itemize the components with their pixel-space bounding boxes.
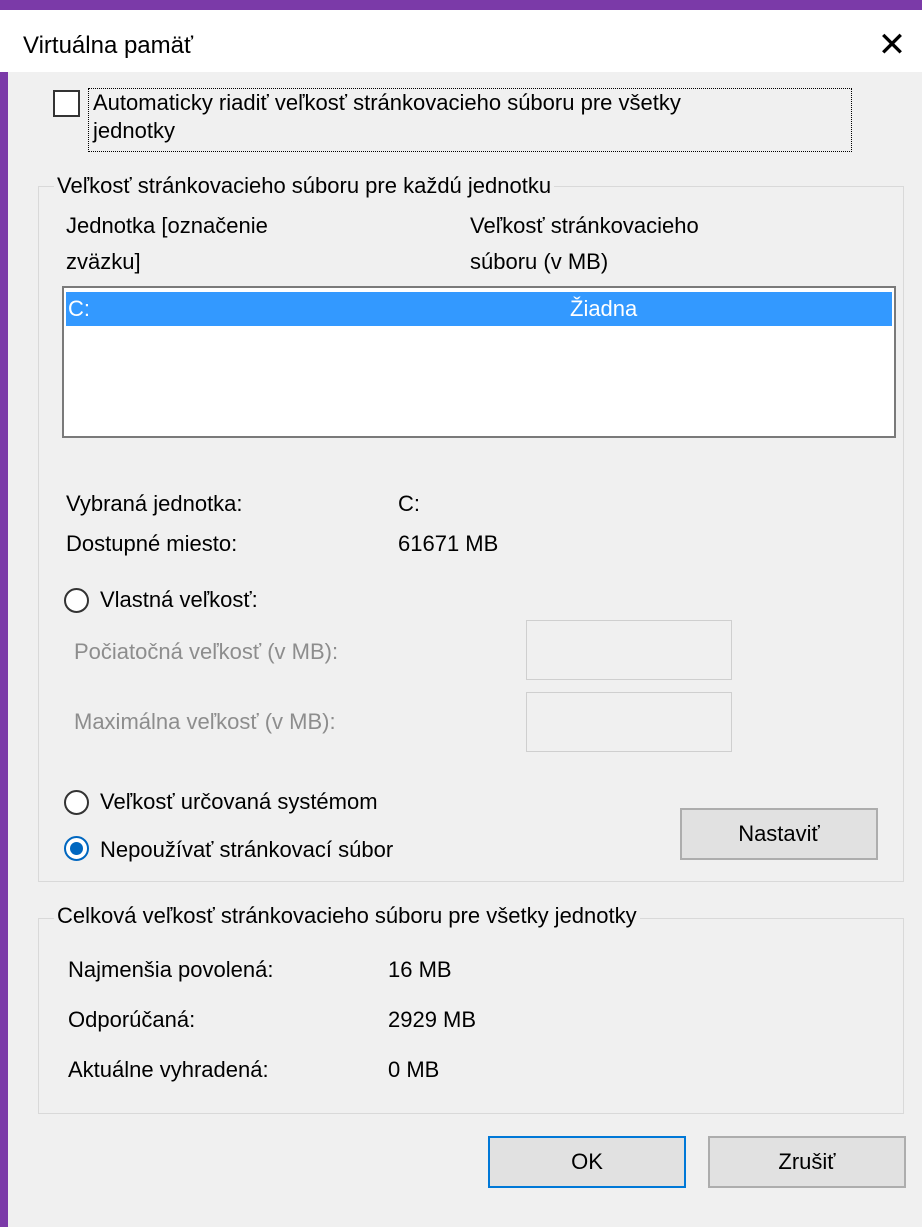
min-allowed-label: Najmenšia povolená: [68, 957, 274, 982]
system-managed-radio[interactable] [64, 790, 89, 815]
max-size-label: Maximálna veľkosť (v MB): [74, 709, 336, 734]
initial-size-label: Počiatočná veľkosť (v MB): [74, 639, 339, 664]
column-header-drive-line1: Jednotka [označenie [66, 213, 268, 238]
drive-list-row[interactable]: C: Žiadna [66, 292, 892, 326]
free-space-value: 61671 MB [398, 531, 499, 556]
currently-allocated-value: 0 MB [388, 1057, 440, 1082]
auto-manage-checkbox[interactable] [53, 90, 80, 117]
no-paging-radio[interactable] [64, 836, 89, 861]
dialog-body: Automaticky riadiť veľkosť stránkovacieh… [8, 72, 922, 1227]
close-icon[interactable]: ✕ [868, 24, 916, 68]
auto-manage-label-line1: Automaticky riadiť veľkosť stránkovacieh… [93, 90, 681, 115]
ok-button[interactable]: OK [488, 1136, 686, 1188]
totals-legend: Celková veľkosť stránkovacieho súboru pr… [54, 902, 640, 930]
dialog-title: Virtuálna pamäť [23, 32, 193, 59]
recommended-value: 2929 MB [388, 1007, 477, 1032]
min-allowed-value: 16 MB [388, 957, 452, 982]
free-space-label: Dostupné miesto: [66, 531, 238, 556]
column-header-drive-line2: zväzku] [66, 249, 141, 274]
custom-size-label[interactable]: Vlastná veľkosť: [100, 586, 258, 614]
per-drive-legend: Veľkosť stránkovacieho súboru pre každú … [54, 172, 555, 200]
title-bar[interactable]: Virtuálna pamäť ✕ [0, 10, 922, 72]
recommended-label: Odporúčaná: [68, 1007, 196, 1032]
max-size-input[interactable] [526, 692, 732, 752]
auto-manage-label-line2: jednotky [93, 118, 175, 143]
system-managed-label[interactable]: Veľkosť určovaná systémom [100, 788, 378, 816]
selected-drive-label: Vybraná jednotka: [66, 491, 243, 516]
auto-manage-label-focus[interactable]: Automaticky riadiť veľkosť stránkovacieh… [88, 88, 852, 152]
custom-size-radio[interactable] [64, 588, 89, 613]
cancel-button[interactable]: Zrušiť [708, 1136, 906, 1188]
column-header-size-line1: Veľkosť stránkovacieho [470, 213, 699, 238]
column-header-size-line2: súboru (v MB) [470, 249, 609, 274]
no-paging-label[interactable]: Nepoužívať stránkovací súbor [100, 836, 393, 864]
size-cell: Žiadna [570, 296, 638, 321]
virtual-memory-dialog: Virtuálna pamäť ✕ Automaticky riadiť veľ… [0, 0, 922, 1227]
drive-cell: C: [68, 296, 90, 321]
drive-listbox[interactable]: C: Žiadna [62, 286, 896, 438]
selected-drive-value: C: [398, 491, 420, 516]
currently-allocated-label: Aktuálne vyhradená: [68, 1057, 269, 1082]
initial-size-input[interactable] [526, 620, 732, 680]
set-button[interactable]: Nastaviť [680, 808, 878, 860]
